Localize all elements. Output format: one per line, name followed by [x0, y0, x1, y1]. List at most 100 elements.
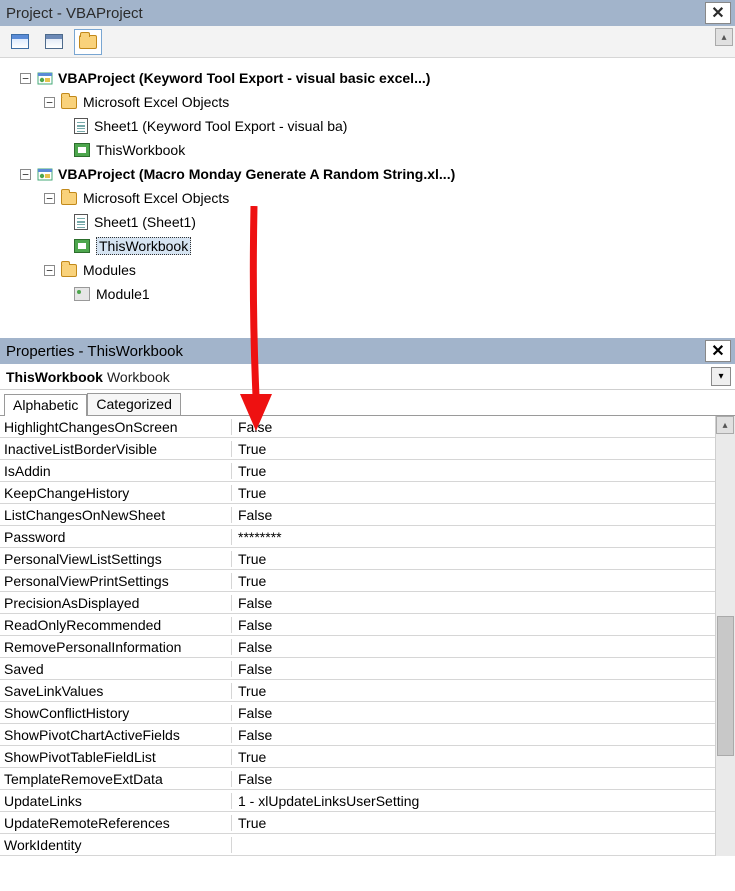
tree-node-p2w[interactable]: ThisWorkbook [6, 234, 729, 258]
property-name[interactable]: InactiveListBorderVisible [0, 441, 232, 457]
project-pane-title: Project - VBAProject [6, 5, 143, 22]
property-row[interactable]: ShowConflictHistoryFalse [0, 702, 715, 724]
tree-expander[interactable]: − [44, 193, 55, 204]
property-row[interactable]: SaveLinkValuesTrue [0, 680, 715, 702]
tree-node-p2m[interactable]: −Modules [6, 258, 729, 282]
property-row[interactable]: KeepChangeHistoryTrue [0, 482, 715, 504]
worksheet-icon [74, 214, 88, 230]
properties-pane-title: Properties - ThisWorkbook [6, 343, 183, 360]
tree-node-label: VBAProject (Macro Monday Generate A Rand… [58, 166, 455, 182]
property-value[interactable]: True [232, 815, 715, 831]
property-name[interactable]: WorkIdentity [0, 837, 232, 853]
property-name[interactable]: ShowConflictHistory [0, 705, 232, 721]
property-name[interactable]: UpdateLinks [0, 793, 232, 809]
property-row[interactable]: RemovePersonalInformationFalse [0, 636, 715, 658]
tree-node-p2[interactable]: − VBAProject (Macro Monday Generate A Ran… [6, 162, 729, 186]
object-selector[interactable]: ThisWorkbook Workbook ▾ [0, 364, 735, 390]
property-name[interactable]: PrecisionAsDisplayed [0, 595, 232, 611]
property-name[interactable]: RemovePersonalInformation [0, 639, 232, 655]
property-value[interactable]: True [232, 573, 715, 589]
view-code-button[interactable] [6, 29, 34, 55]
property-value[interactable]: False [232, 419, 715, 435]
tree-node-label: ThisWorkbook [96, 237, 191, 255]
property-row[interactable]: UpdateRemoteReferencesTrue [0, 812, 715, 834]
property-name[interactable]: PersonalViewListSettings [0, 551, 232, 567]
property-value[interactable]: ******** [232, 529, 715, 545]
property-value[interactable]: False [232, 661, 715, 677]
property-value[interactable]: False [232, 705, 715, 721]
property-row[interactable]: WorkIdentity [0, 834, 715, 856]
property-value[interactable]: True [232, 463, 715, 479]
tree-expander[interactable]: − [44, 97, 55, 108]
tree-node-p1s[interactable]: Sheet1 (Keyword Tool Export - visual ba) [6, 114, 729, 138]
property-value[interactable]: False [232, 771, 715, 787]
tree-expander[interactable]: − [20, 169, 31, 180]
property-name[interactable]: Saved [0, 661, 232, 677]
tree-expander[interactable]: − [20, 73, 31, 84]
tree-node-mod1[interactable]: Module1 [6, 282, 729, 306]
tree-node-label: VBAProject (Keyword Tool Export - visual… [58, 70, 430, 86]
vbaproject-icon [37, 70, 53, 86]
property-value[interactable]: False [232, 727, 715, 743]
view-code-icon [11, 34, 29, 49]
property-name[interactable]: PersonalViewPrintSettings [0, 573, 232, 589]
property-row[interactable]: ShowPivotChartActiveFieldsFalse [0, 724, 715, 746]
property-row[interactable]: PersonalViewPrintSettingsTrue [0, 570, 715, 592]
property-value[interactable]: True [232, 485, 715, 501]
tree-node-label: Sheet1 (Sheet1) [94, 214, 196, 230]
property-row[interactable]: ReadOnlyRecommendedFalse [0, 614, 715, 636]
property-row[interactable]: TemplateRemoveExtDataFalse [0, 768, 715, 790]
property-value[interactable]: False [232, 507, 715, 523]
tree-node-p2f[interactable]: −Microsoft Excel Objects [6, 186, 729, 210]
property-row[interactable]: InactiveListBorderVisibleTrue [0, 438, 715, 460]
property-name[interactable]: ShowPivotChartActiveFields [0, 727, 232, 743]
property-name[interactable]: SaveLinkValues [0, 683, 232, 699]
property-value[interactable]: False [232, 617, 715, 633]
toggle-folders-button[interactable] [74, 29, 102, 55]
property-value[interactable]: True [232, 551, 715, 567]
tree-node-p1w[interactable]: ThisWorkbook [6, 138, 729, 162]
object-dropdown-button[interactable]: ▾ [711, 367, 731, 386]
property-value[interactable]: True [232, 683, 715, 699]
property-row[interactable]: UpdateLinks1 - xlUpdateLinksUserSetting [0, 790, 715, 812]
tree-node-p1[interactable]: − VBAProject (Keyword Tool Export - visua… [6, 66, 729, 90]
property-row[interactable]: HighlightChangesOnScreenFalse [0, 416, 715, 438]
project-pane-close-button[interactable]: ✕ [705, 2, 731, 24]
scroll-up-button[interactable]: ▴ [716, 416, 734, 434]
property-value[interactable]: True [232, 749, 715, 765]
tree-node-label: Microsoft Excel Objects [83, 94, 229, 110]
property-value[interactable]: 1 - xlUpdateLinksUserSetting [232, 793, 715, 809]
property-name[interactable]: HighlightChangesOnScreen [0, 419, 232, 435]
property-name[interactable]: UpdateRemoteReferences [0, 815, 232, 831]
property-name[interactable]: IsAddin [0, 463, 232, 479]
project-tree[interactable]: −VBAProject (Keyword Tool Export - visua… [0, 58, 735, 338]
properties-grid[interactable]: HighlightChangesOnScreenFalseInactiveLis… [0, 416, 715, 856]
property-row[interactable]: PrecisionAsDisplayedFalse [0, 592, 715, 614]
tree-node-p2s[interactable]: Sheet1 (Sheet1) [6, 210, 729, 234]
properties-scrollbar[interactable]: ▴ [715, 416, 735, 856]
property-name[interactable]: ReadOnlyRecommended [0, 617, 232, 633]
scroll-thumb[interactable] [717, 616, 734, 756]
property-name[interactable]: KeepChangeHistory [0, 485, 232, 501]
property-row[interactable]: PersonalViewListSettingsTrue [0, 548, 715, 570]
property-row[interactable]: SavedFalse [0, 658, 715, 680]
property-row[interactable]: IsAddinTrue [0, 460, 715, 482]
property-name[interactable]: Password [0, 529, 232, 545]
property-row[interactable]: ShowPivotTableFieldListTrue [0, 746, 715, 768]
property-value[interactable]: False [232, 639, 715, 655]
view-object-button[interactable] [40, 29, 68, 55]
chevron-up-icon: ▴ [722, 420, 727, 431]
property-name[interactable]: TemplateRemoveExtData [0, 771, 232, 787]
tab-alphabetic[interactable]: Alphabetic [4, 394, 87, 416]
property-value[interactable]: False [232, 595, 715, 611]
tree-node-p1f[interactable]: − Microsoft Excel Objects [6, 90, 729, 114]
tab-categorized[interactable]: Categorized [87, 393, 181, 415]
properties-pane-close-button[interactable]: ✕ [705, 340, 731, 362]
tree-expander[interactable]: − [44, 265, 55, 276]
property-name[interactable]: ListChangesOnNewSheet [0, 507, 232, 523]
property-row[interactable]: Password******** [0, 526, 715, 548]
project-scroll-up-button[interactable]: ▴ [715, 28, 733, 46]
property-name[interactable]: ShowPivotTableFieldList [0, 749, 232, 765]
property-value[interactable]: True [232, 441, 715, 457]
property-row[interactable]: ListChangesOnNewSheetFalse [0, 504, 715, 526]
